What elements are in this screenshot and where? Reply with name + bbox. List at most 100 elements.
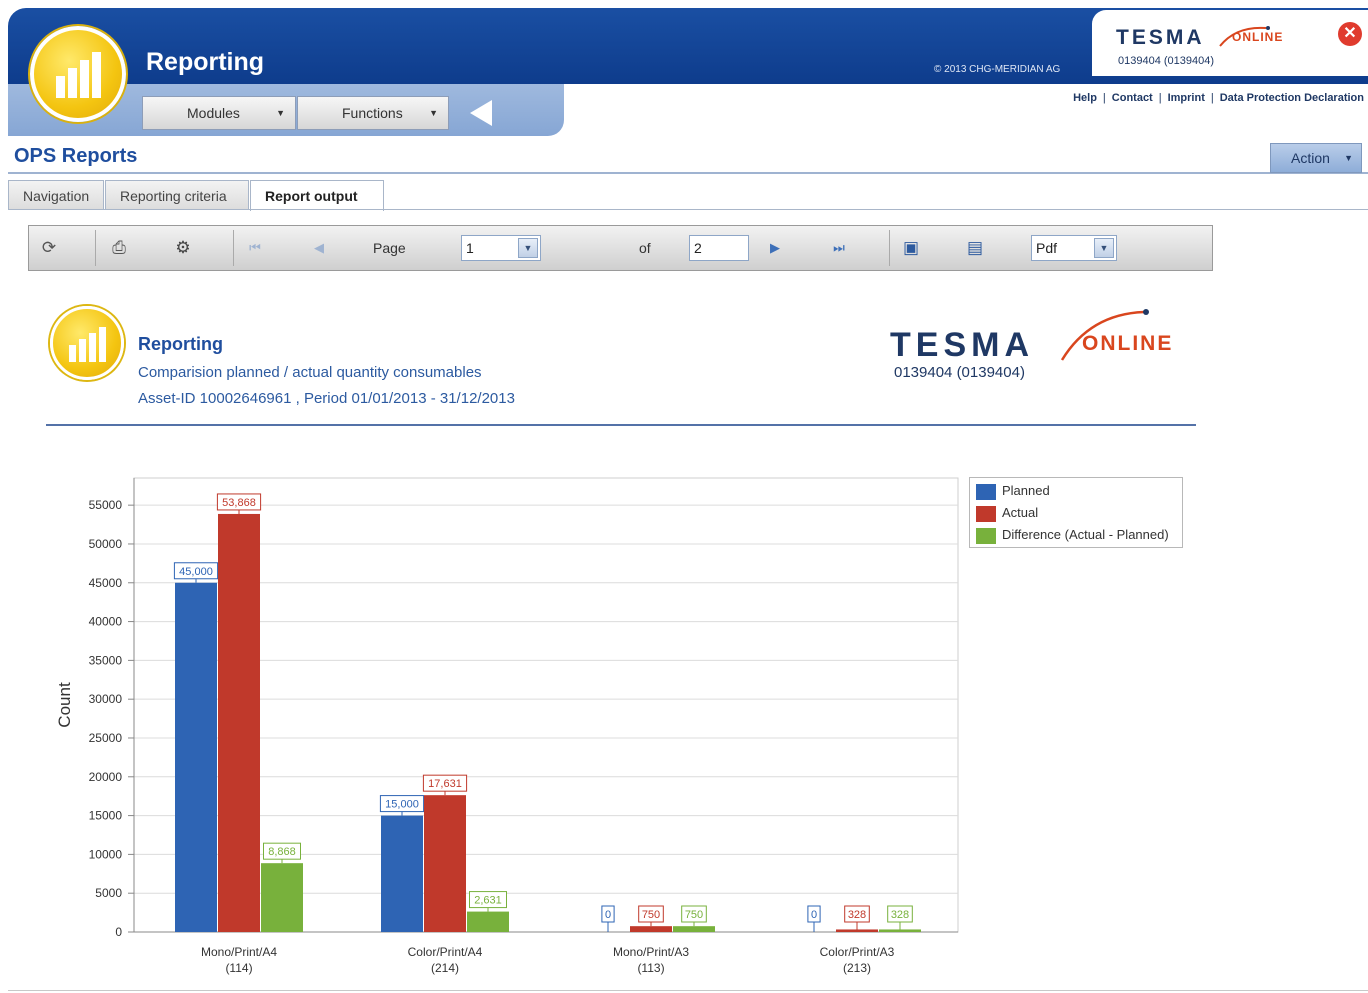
data-label: 0 — [605, 909, 611, 921]
bottom-divider — [8, 990, 1368, 991]
save-icon[interactable]: ▣ — [901, 238, 921, 258]
y-tick-label: 5000 — [95, 886, 122, 900]
tab-navigation[interactable]: Navigation — [8, 180, 104, 210]
reporting-logo-icon — [30, 26, 126, 122]
legend-item-actual: Actual — [976, 505, 1038, 522]
data-label: 8,868 — [268, 846, 296, 858]
data-label: 17,631 — [428, 778, 462, 790]
tab-reporting-criteria[interactable]: Reporting criteria — [105, 180, 249, 210]
bar-actual — [630, 926, 672, 932]
data-label: 15,000 — [385, 799, 419, 811]
bar-planned — [175, 582, 217, 932]
y-tick-label: 25000 — [89, 731, 123, 745]
legend-item-planned: Planned — [976, 483, 1050, 500]
page-number-field[interactable]: 1 ▼ — [461, 235, 541, 261]
imprint-link[interactable]: Imprint — [1168, 92, 1205, 104]
format-value: Pdf — [1036, 240, 1058, 256]
y-tick-label: 50000 — [89, 537, 123, 551]
title-divider — [8, 172, 1368, 174]
contact-link[interactable]: Contact — [1112, 92, 1153, 104]
functions-label: Functions — [342, 105, 403, 121]
report-title: Reporting — [138, 334, 223, 354]
next-page-icon[interactable]: ▶ — [765, 238, 785, 258]
collapse-arrow-icon[interactable] — [470, 100, 492, 126]
previous-page-icon[interactable]: ◀ — [309, 238, 329, 258]
of-label: of — [639, 240, 651, 256]
close-icon[interactable]: ✕ — [1338, 22, 1362, 46]
legend-swatch-difference — [976, 527, 996, 544]
help-link[interactable]: Help — [1073, 92, 1097, 104]
y-tick-label: 15000 — [89, 809, 123, 823]
data-protection-link[interactable]: Data Protection Declaration — [1220, 92, 1364, 104]
y-tick-label: 55000 — [89, 498, 123, 512]
data-label: 45,000 — [179, 566, 213, 578]
refresh-icon[interactable]: ⟳ — [39, 238, 59, 258]
legend-swatch-planned — [976, 483, 996, 500]
bar-difference — [467, 911, 509, 932]
export-icon[interactable]: ▤ — [965, 238, 985, 258]
report-header-divider — [46, 424, 1196, 426]
brand-main-text: TESMA — [1116, 26, 1205, 49]
data-label: 750 — [642, 909, 660, 921]
bar-actual — [424, 795, 466, 932]
chevron-down-icon[interactable]: ▼ — [1094, 238, 1114, 258]
page-label: Page — [373, 240, 406, 256]
bar-actual — [836, 929, 878, 932]
print-setup-icon[interactable]: ⚙ — [173, 238, 193, 258]
data-label: 0 — [811, 909, 817, 921]
y-tick-label: 20000 — [89, 770, 123, 784]
first-page-icon[interactable]: ⏮ — [245, 238, 265, 258]
bar-planned — [381, 815, 423, 932]
bar-difference — [673, 926, 715, 932]
chevron-down-icon[interactable]: ▼ — [518, 238, 538, 258]
y-tick-label: 30000 — [89, 692, 123, 706]
y-axis-title: Count — [55, 682, 74, 728]
y-tick-label: 10000 — [89, 847, 123, 861]
bar-difference — [879, 929, 921, 932]
action-button[interactable]: Action ▼ — [1270, 143, 1362, 173]
app-title: Reporting — [146, 48, 265, 76]
copyright-text: © 2013 CHG-MERIDIAN AG — [934, 64, 1061, 75]
last-page-icon[interactable]: ⏭ — [829, 238, 849, 258]
bar-difference — [261, 863, 303, 932]
report-brand-main: TESMA — [890, 326, 1034, 364]
x-tick-label: Color/Print/A4 — [408, 945, 483, 959]
y-tick-label: 45000 — [89, 576, 123, 590]
report-brand-logo: TESMA ONLINE — [890, 304, 1195, 369]
report-logo-icon — [50, 306, 124, 380]
tab-report-output[interactable]: Report output — [250, 180, 384, 211]
x-tick-label: Mono/Print/A4 — [201, 945, 277, 959]
data-label: 2,631 — [474, 895, 502, 907]
functions-menu-button[interactable]: Functions ▼ — [297, 96, 449, 130]
format-select[interactable]: Pdf ▼ — [1031, 235, 1117, 261]
y-tick-label: 0 — [115, 925, 122, 939]
bar-actual — [218, 513, 260, 932]
chevron-down-icon: ▼ — [429, 108, 438, 118]
tesma-online-logo: TESMA ONLINE — [1116, 24, 1306, 55]
chevron-down-icon: ▼ — [1344, 153, 1353, 163]
y-tick-label: 35000 — [89, 653, 123, 667]
legend-item-difference: Difference (Actual - Planned) — [976, 527, 1169, 544]
modules-menu-button[interactable]: Modules ▼ — [142, 96, 296, 130]
x-tick-label-count: (214) — [431, 961, 459, 975]
chart-legend: Planned Actual Difference (Actual - Plan… — [969, 477, 1183, 548]
report-brand-sub: ONLINE — [1082, 332, 1173, 355]
chevron-down-icon: ▼ — [276, 108, 285, 118]
modules-label: Modules — [187, 105, 240, 121]
report-toolbar: ⟳ ⎙ ⚙ ⏮ ◀ Page 1 ▼ of 2 ▶ ⏭ ▣ ▤ Pdf ▼ — [28, 225, 1213, 271]
data-label: 328 — [891, 909, 909, 921]
data-label: 53,868 — [222, 497, 256, 509]
y-tick-label: 40000 — [89, 615, 123, 629]
page-title: OPS Reports — [14, 145, 138, 167]
tab-divider — [8, 209, 1368, 210]
data-label: 750 — [685, 909, 703, 921]
brand-sub-text: ONLINE — [1232, 30, 1283, 44]
data-label: 328 — [848, 909, 866, 921]
top-links: Help | Contact | Imprint | Data Protection Dec… — [1073, 92, 1364, 104]
report-subtitle: Comparision planned / actual quantity co… — [138, 364, 482, 381]
print-icon[interactable]: ⎙ — [109, 238, 129, 258]
action-label: Action — [1291, 150, 1330, 166]
x-tick-label: Mono/Print/A3 — [613, 945, 689, 959]
report-details: Asset-ID 10002646961 , Period 01/01/2013… — [138, 390, 515, 407]
legend-label-actual: Actual — [1002, 505, 1039, 520]
